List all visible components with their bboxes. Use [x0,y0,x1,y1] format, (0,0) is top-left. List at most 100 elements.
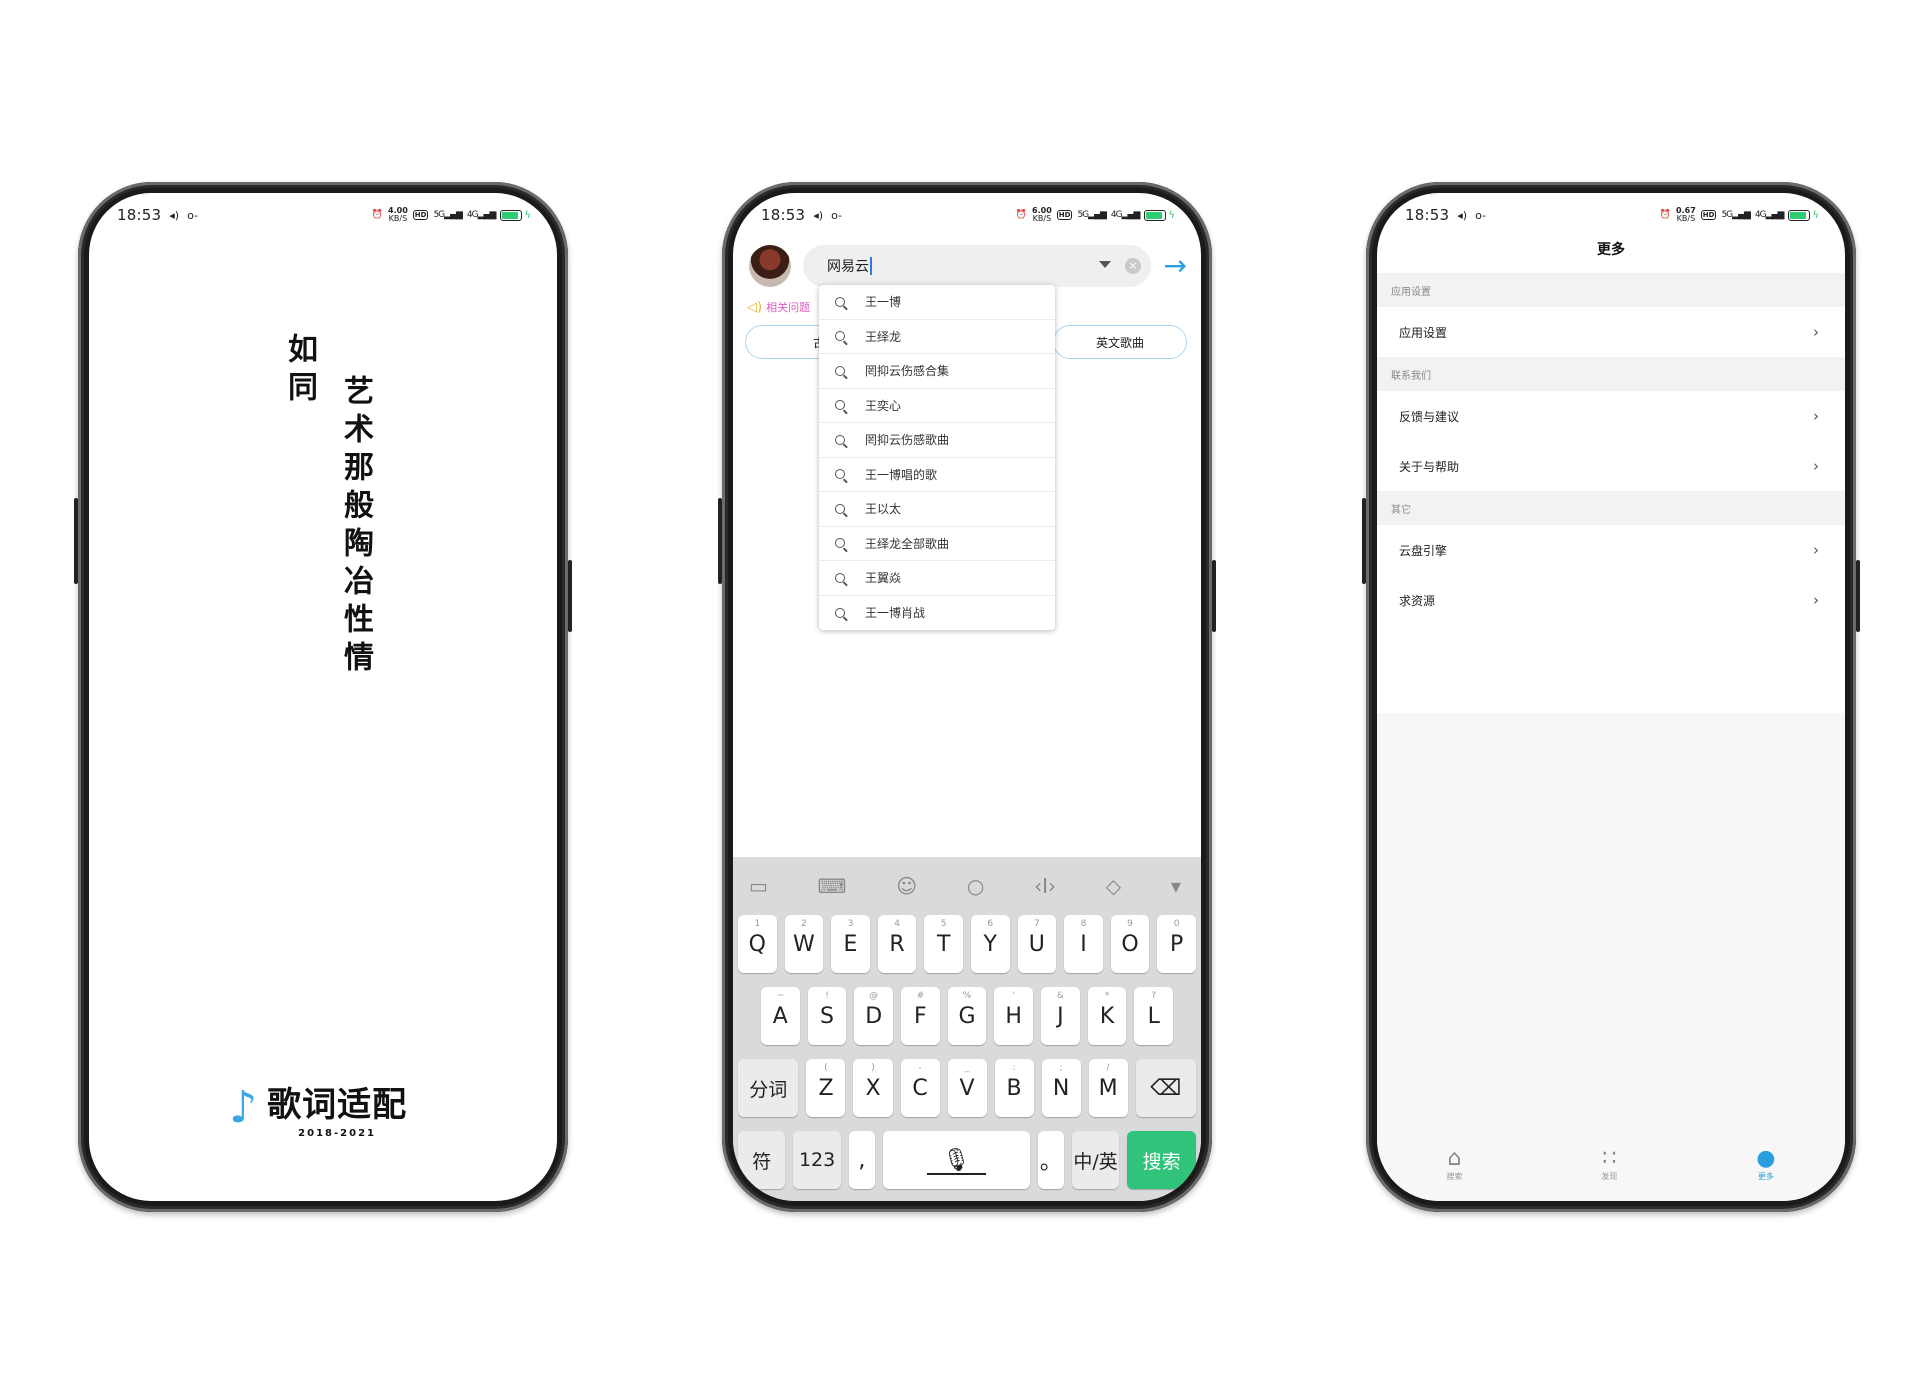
network-speed: 6.00 KB/S [1032,206,1052,223]
suggestion-item[interactable]: 王一博唱的歌 [819,458,1055,492]
settings-row-cloud-engine[interactable]: 云盘引擎 › [1377,525,1845,575]
key-p[interactable]: 0P [1157,915,1196,973]
key-j[interactable]: & J [1041,987,1080,1045]
key-s[interactable]: ! S [807,987,847,1045]
key-hint: ' [1012,991,1015,1001]
key-hint: - [918,1063,922,1073]
period-key[interactable]: 。 [1037,1131,1064,1189]
status-icons: ⏰ 4.00 KB/S HD 5G▂▄▆ 4G▂▄▆ ϟ [372,207,531,223]
key-hint: ! [825,991,829,1001]
key-e[interactable]: 3E [831,915,870,973]
key-hint: : [1012,1063,1016,1073]
key-c[interactable]: -C [900,1059,940,1117]
suggestion-item[interactable]: 罔抑云伤感合集 [819,354,1055,389]
suggestion-item[interactable]: 王翼焱 [819,561,1055,596]
key-w[interactable]: 2W [784,915,824,973]
tab-search[interactable]: ⌂ 搜索 [1446,1147,1462,1182]
chip-tag[interactable]: 英文歌曲 [1053,325,1187,359]
backspace-key[interactable]: ⌫ [1135,1059,1197,1117]
suggestion-item[interactable]: 王以太 [819,492,1055,527]
key-v[interactable]: _ V [947,1059,987,1117]
backspace-icon: ⌫ [1150,1075,1182,1101]
segment-key[interactable]: 分词 [738,1059,799,1117]
key-q[interactable]: 1Q [738,915,777,973]
suggestion-item[interactable]: 王一博肖战 [819,596,1055,631]
suggestion-item[interactable]: 王绎龙 [819,320,1055,354]
space-mic-key[interactable]: 🎙 [882,1131,1030,1189]
numbers-key[interactable]: 123 [793,1131,841,1189]
key-n[interactable]: ; N [1041,1059,1081,1117]
key-h[interactable]: ' H [994,987,1034,1045]
key-hint: 1 [754,919,761,929]
key-b[interactable]: :B [994,1059,1034,1117]
key-label: Z [818,1075,834,1101]
tab-discover[interactable]: ∷ 发现 [1601,1147,1617,1182]
cursor-icon[interactable]: ‹I› [1034,874,1056,898]
suggestion-item[interactable]: 罔抑云伤感歌曲 [819,423,1055,458]
signal-4g-icon: 4G▂▄▆ [466,210,496,220]
key-z[interactable]: (Z [806,1059,846,1117]
settings-row-feedback[interactable]: 反馈与建议 › [1377,391,1845,441]
key-g[interactable]: % G [947,987,987,1045]
suggestion-item[interactable]: 王奕心 [819,389,1055,423]
search-icon [835,607,845,618]
key-t[interactable]: 5T [924,915,963,973]
search-input[interactable]: 网易云 × [803,245,1151,287]
key-hint: @ [869,991,879,1001]
key-l[interactable]: ? L [1134,987,1174,1045]
search-icon[interactable]: ○ [967,874,984,898]
key-hint: ( [824,1063,828,1073]
related-questions[interactable]: ◁) 相关问题 [747,299,810,315]
suggestion-item[interactable]: 王绎龙全部歌曲 [819,527,1055,561]
key-f[interactable]: # F [901,987,940,1045]
key-i[interactable]: 8I [1064,915,1103,973]
tab-more[interactable]: ● 更多 [1756,1147,1775,1182]
search-screen: 18:53 ◂) o- ⏰ 6.00 KB/S HD 5G▂▄▆ 4G▂▄▆ ϟ … [733,193,1201,1201]
key-label: I [1080,931,1087,957]
keyboard-icon[interactable]: ⌨ [818,874,847,898]
key-hint: 6 [987,919,994,929]
status-time: 18:53 [117,206,162,224]
key-x[interactable]: ) X [853,1059,893,1117]
key-d[interactable]: @ D [854,987,894,1045]
theme-icon[interactable]: ◇ [1106,874,1121,898]
key-icon: o- [187,208,198,222]
key-label: O [1121,931,1139,957]
clear-icon[interactable]: × [1125,258,1141,274]
key-hint: 5 [940,919,947,929]
settings-row-about[interactable]: 关于与帮助 › [1377,441,1845,491]
key-label: P [1170,931,1184,957]
comma-key[interactable]: , [848,1131,875,1189]
settings-row-request-resource[interactable]: 求资源 › [1377,575,1845,625]
key-y[interactable]: 6Y [970,915,1010,973]
avatar[interactable] [749,245,791,287]
music-note-icon: ♪ [229,1082,258,1133]
key-u[interactable]: 7U [1017,915,1057,973]
settings-row-app-settings[interactable]: 应用设置 › [1377,307,1845,357]
dropdown-arrow-icon[interactable] [1099,261,1111,268]
search-icon [835,331,845,342]
key-hint: ; [1059,1063,1063,1073]
key-o[interactable]: 9O [1110,915,1150,973]
signal-5g-icon: 5G▂▄▆ [1721,210,1750,220]
search-icon [835,365,845,376]
keyboard-toolbar: ▭ ⌨ ☺ ○ ‹I› ◇ ▾ [733,857,1201,915]
key-a[interactable]: ~ A [761,987,800,1045]
emoji-icon[interactable]: ☺ [896,874,917,898]
search-key[interactable]: 搜索 [1127,1131,1197,1189]
key-label: U [1028,931,1045,957]
collapse-icon[interactable]: ▾ [1171,874,1181,898]
symbols-key[interactable]: 符 [738,1131,786,1189]
slogan-line-2: 艺术那般陶冶性情 [338,375,373,679]
clipboard-icon[interactable]: ▭ [749,874,768,898]
language-key[interactable]: 中/英 [1071,1131,1120,1189]
key-hint: 7 [1033,919,1040,929]
key-r[interactable]: 4R [877,915,917,973]
volume-icon: ◂) [1457,208,1468,222]
go-arrow-icon[interactable]: → [1164,252,1187,280]
microphone-icon: 🎙 [942,1147,971,1173]
key-m[interactable]: / M [1088,1059,1128,1117]
suggestion-item[interactable]: 王一博 [819,285,1055,320]
key-label: Y [983,931,997,957]
key-k[interactable]: * K [1087,987,1127,1045]
